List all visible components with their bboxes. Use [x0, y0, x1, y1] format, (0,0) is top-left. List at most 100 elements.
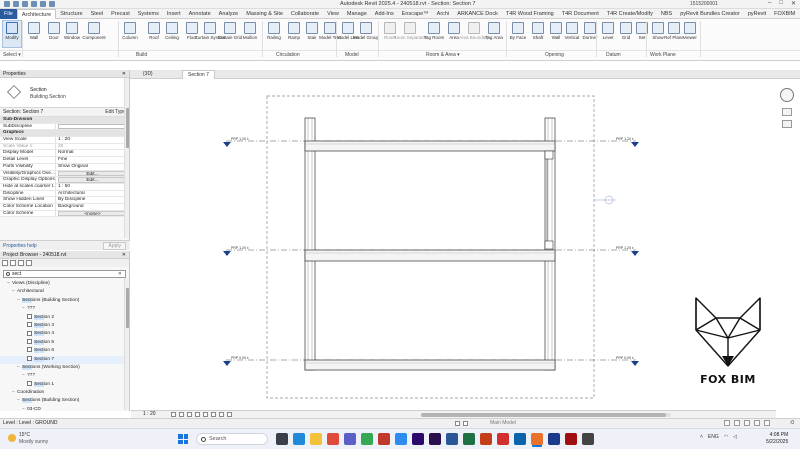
vertical-button[interactable]: Vertical [562, 21, 582, 47]
tab-t4r-document[interactable]: T4R Document [558, 9, 603, 19]
viewer-button[interactable]: Viewer [680, 21, 700, 47]
browser-view-item[interactable]: Section 1 [0, 380, 129, 389]
tag-area-button[interactable]: Tag Area [484, 21, 504, 47]
selection-filter[interactable]: :0 [790, 419, 794, 428]
browser-view-item[interactable]: Section 2 [0, 313, 129, 322]
curtain-system-button[interactable]: Curtain System [195, 21, 225, 47]
property-value[interactable]: 1 : 20 [56, 137, 129, 143]
tab-massing-site[interactable]: Massing & Site [242, 9, 287, 19]
chrome-2-icon[interactable] [361, 433, 373, 445]
level-marker[interactable] [223, 251, 231, 256]
room-separator-button[interactable]: Room Separator [393, 21, 427, 47]
slab-lower[interactable] [304, 359, 556, 371]
property-row[interactable]: Sub-Division [0, 117, 129, 124]
user-name[interactable]: 1515200001 [690, 1, 718, 7]
tab-add-ins[interactable]: Add-Ins [371, 9, 398, 19]
chevron-up-icon[interactable]: ˄ [700, 434, 703, 440]
app-red-icon[interactable] [565, 433, 577, 445]
pan-icon[interactable] [782, 120, 792, 128]
slab-upper[interactable] [304, 140, 556, 152]
browser-tree-node[interactable]: – Views (Discipline) [0, 280, 129, 288]
temporary-hide-icon[interactable] [219, 412, 224, 417]
browser-view-item[interactable]: Section 7 [0, 355, 129, 364]
model-text-button[interactable]: Model Text [319, 21, 341, 47]
tab-enscape-[interactable]: Enscape™ [398, 9, 433, 19]
app-dark-icon[interactable] [582, 433, 594, 445]
expand-icon[interactable] [18, 260, 24, 266]
excel-icon[interactable] [463, 433, 475, 445]
property-value[interactable]: Normal [56, 150, 129, 156]
bracket-detail[interactable] [544, 240, 554, 250]
sun-path-icon[interactable] [187, 412, 192, 417]
edit-type-button[interactable]: Edit Type [105, 108, 126, 117]
horizontal-scrollbar[interactable] [421, 413, 671, 417]
volume-icon[interactable]: ◁ [733, 434, 737, 440]
tab-analyze[interactable]: Analyze [215, 9, 243, 19]
browser-tree-node[interactable]: –03-CD [0, 406, 129, 414]
shadows-icon[interactable] [195, 412, 200, 417]
weather-widget[interactable]: 15°C Mostly sunny [8, 432, 48, 446]
open-icon[interactable] [13, 1, 19, 7]
level-marker[interactable] [631, 251, 639, 256]
roof-button[interactable]: Roof [144, 21, 164, 47]
modify-button[interactable]: Modify [2, 20, 22, 48]
revit-icon[interactable] [531, 433, 543, 445]
browser-tree-node[interactable]: –??? [0, 305, 129, 313]
undo-icon[interactable] [31, 1, 37, 7]
chrome-icon[interactable] [327, 433, 339, 445]
room-button[interactable]: Room [380, 21, 400, 47]
curtain-grid-button[interactable]: Curtain Grid [218, 21, 242, 47]
close-button[interactable]: ✕ [791, 0, 796, 7]
close-icon[interactable]: ✕ [122, 70, 126, 78]
acrobat-icon[interactable] [497, 433, 509, 445]
property-edit-button[interactable]: Edit... [58, 170, 125, 177]
property-value[interactable]: Architectural [56, 191, 129, 197]
level-marker[interactable] [631, 142, 639, 147]
word-icon[interactable] [446, 433, 458, 445]
browser-search-input[interactable]: sect ✕ [3, 270, 126, 278]
print-icon[interactable] [49, 1, 55, 7]
browser-tree-node[interactable]: – Sections (Working Section) [0, 364, 129, 372]
ribbon-group-room-area-[interactable]: Room & Area ▾ [426, 52, 460, 58]
browser-view-item[interactable]: Section 4 [0, 330, 129, 338]
property-value[interactable]: Background [56, 204, 129, 210]
maximize-button[interactable]: □ [779, 0, 783, 7]
media-icon[interactable] [395, 433, 407, 445]
redo-icon[interactable] [40, 1, 46, 7]
property-value[interactable] [58, 123, 125, 130]
task-view-icon[interactable] [276, 433, 288, 445]
filter-icon[interactable] [26, 260, 32, 266]
property-value[interactable]: 1 : 50 [56, 184, 129, 190]
tab-t4r-wood-framing[interactable]: T4R Wood Framing [502, 9, 558, 19]
tab-archi[interactable]: Archi [433, 9, 454, 19]
tab-foxbim[interactable]: FOXBIM [770, 9, 799, 19]
powerpoint-icon[interactable] [480, 433, 492, 445]
autocad-icon[interactable] [378, 433, 390, 445]
clear-search-icon[interactable]: ✕ [118, 271, 122, 278]
property-value[interactable]: 20 [56, 144, 129, 150]
tab-collaborate[interactable]: Collaborate [287, 9, 323, 19]
instance-selector[interactable]: Section: Section 7 Edit Type [0, 108, 129, 117]
crop-view-icon[interactable] [203, 412, 208, 417]
window-button[interactable]: Window [62, 21, 82, 47]
model-group-button[interactable]: Model Group [353, 21, 379, 47]
model-line-button[interactable]: Model Line [337, 21, 359, 47]
column-left[interactable] [304, 117, 316, 371]
explorer-icon[interactable] [310, 433, 322, 445]
steering-wheel-icon[interactable] [780, 88, 794, 102]
select-by-face-icon[interactable] [754, 420, 760, 426]
tab-steel[interactable]: Steel [87, 9, 108, 19]
apply-button[interactable]: Apply [103, 242, 126, 250]
drag-elements-icon[interactable] [764, 420, 770, 426]
taskbar-clock[interactable]: 4:08 PM 5/22/2025 [766, 432, 788, 446]
mullion-button[interactable]: Mullion [240, 21, 260, 47]
tab-precast[interactable]: Precast [107, 9, 134, 19]
browser-view-item[interactable]: Section 5 [0, 338, 129, 347]
view-scale[interactable]: 1 : 20 [143, 411, 156, 418]
home-icon[interactable] [2, 260, 8, 266]
shaft-button[interactable]: Shaft [528, 21, 548, 47]
drawing-area[interactable]: PRP 1.20 ± PRP 1.20 ± PRP 0.00 ± PRP 1.2… [131, 80, 776, 410]
properties-scrollbar[interactable] [124, 78, 129, 238]
show-crop-icon[interactable] [211, 412, 216, 417]
property-edit-button[interactable]: Edit... [58, 177, 125, 183]
